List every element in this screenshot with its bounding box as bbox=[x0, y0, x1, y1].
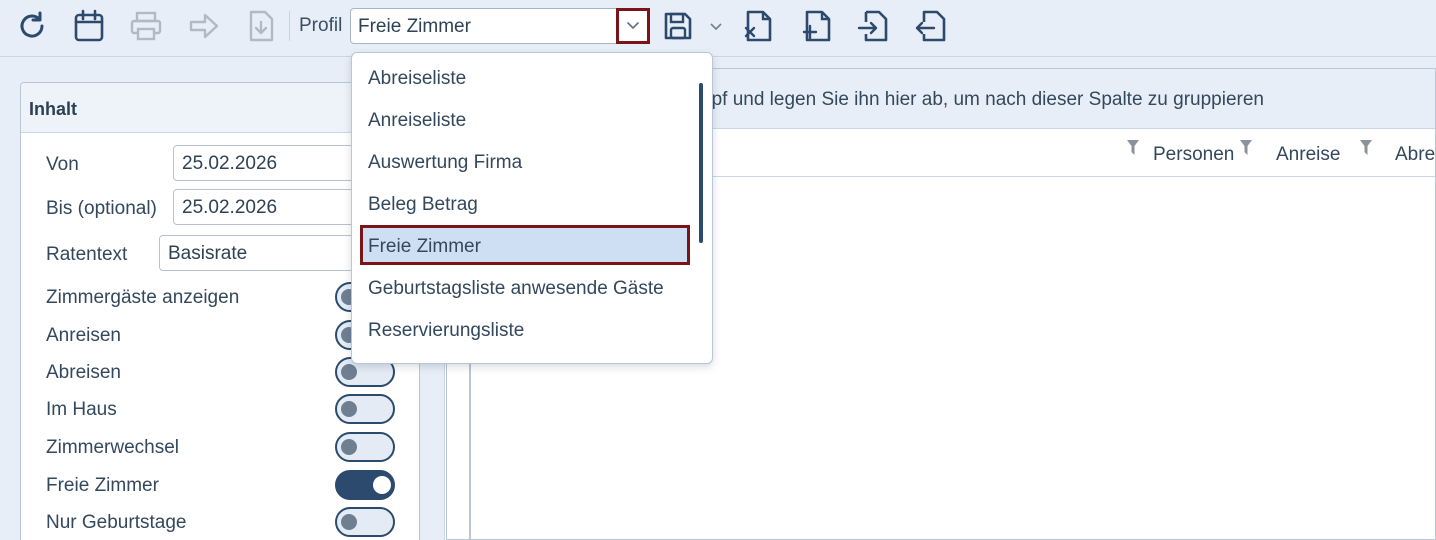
save-icon[interactable] bbox=[660, 7, 696, 45]
dropdown-option[interactable]: Anreiseliste bbox=[352, 99, 697, 139]
add-document-icon[interactable] bbox=[798, 7, 834, 45]
filter-icon[interactable] bbox=[1359, 139, 1373, 157]
dropdown-option[interactable]: Abreiseliste bbox=[352, 57, 697, 97]
export-icon[interactable] bbox=[912, 7, 948, 45]
chevron-down-icon bbox=[626, 21, 640, 31]
refresh-icon[interactable] bbox=[14, 7, 50, 45]
toolbar-separator bbox=[289, 11, 290, 41]
column-personen[interactable]: Personen bbox=[1153, 144, 1234, 166]
toggle-nur-geburtstage[interactable] bbox=[335, 507, 395, 537]
toggle-zimmerwechsel[interactable] bbox=[335, 432, 395, 462]
dropdown-option[interactable]: Beleg Betrag bbox=[352, 183, 697, 223]
bis-label: Bis (optional) bbox=[46, 198, 157, 219]
toggle-label: Zimmerwechsel bbox=[46, 437, 180, 458]
profil-label: Profil bbox=[299, 15, 343, 36]
profil-select[interactable]: Freie Zimmer bbox=[350, 8, 650, 44]
dropdown-option[interactable]: Auswertung Firma bbox=[352, 141, 697, 181]
calendar-icon[interactable] bbox=[71, 7, 107, 45]
toggle-label: Anreisen bbox=[46, 325, 121, 346]
dropdown-scrollbar[interactable] bbox=[699, 83, 703, 243]
download-icon bbox=[243, 7, 279, 45]
dropdown-option-selected[interactable]: Freie Zimmer bbox=[360, 225, 690, 265]
ratentext-value: Basisrate bbox=[168, 243, 248, 264]
toolbar: Profil Freie Zimmer bbox=[0, 0, 1436, 57]
profil-dropdown-list: Abreiseliste Anreiseliste Auswertung Fir… bbox=[351, 52, 713, 364]
import-icon[interactable] bbox=[855, 7, 891, 45]
toggle-label: Freie Zimmer bbox=[46, 475, 159, 496]
profil-dropdown-toggle[interactable] bbox=[616, 8, 650, 44]
toggle-label: Nur Geburtstage bbox=[46, 512, 187, 533]
filter-icon[interactable] bbox=[1239, 139, 1253, 157]
ratentext-label: Ratentext bbox=[46, 244, 128, 265]
filter-icon[interactable] bbox=[1126, 139, 1140, 157]
dropdown-option[interactable]: Reservierungsliste bbox=[352, 309, 697, 349]
excel-export-icon[interactable] bbox=[741, 7, 777, 45]
von-date-value: 25.02.2026 bbox=[182, 153, 278, 174]
inhalt-title: Inhalt bbox=[29, 99, 77, 119]
group-hint: opf und legen Sie ihn hier ab, um nach d… bbox=[701, 89, 1264, 110]
chevron-down-icon[interactable] bbox=[710, 16, 724, 36]
dropdown-option[interactable]: Geburtstagsliste anwesende Gäste bbox=[352, 267, 697, 307]
print-icon bbox=[128, 7, 164, 45]
toggle-label: Zimmergäste anzeigen bbox=[46, 287, 240, 308]
forward-arrow-icon bbox=[186, 7, 222, 45]
column-abreise[interactable]: Abre bbox=[1395, 144, 1435, 166]
bis-date-value: 25.02.2026 bbox=[182, 197, 278, 218]
toggle-freie-zimmer[interactable] bbox=[335, 470, 395, 500]
von-label: Von bbox=[46, 154, 79, 175]
toggle-im-haus[interactable] bbox=[335, 394, 395, 424]
column-anreise[interactable]: Anreise bbox=[1276, 144, 1340, 166]
toggle-label: Abreisen bbox=[46, 362, 121, 383]
profil-select-value: Freie Zimmer bbox=[358, 16, 471, 37]
toggle-label: Im Haus bbox=[46, 399, 117, 420]
